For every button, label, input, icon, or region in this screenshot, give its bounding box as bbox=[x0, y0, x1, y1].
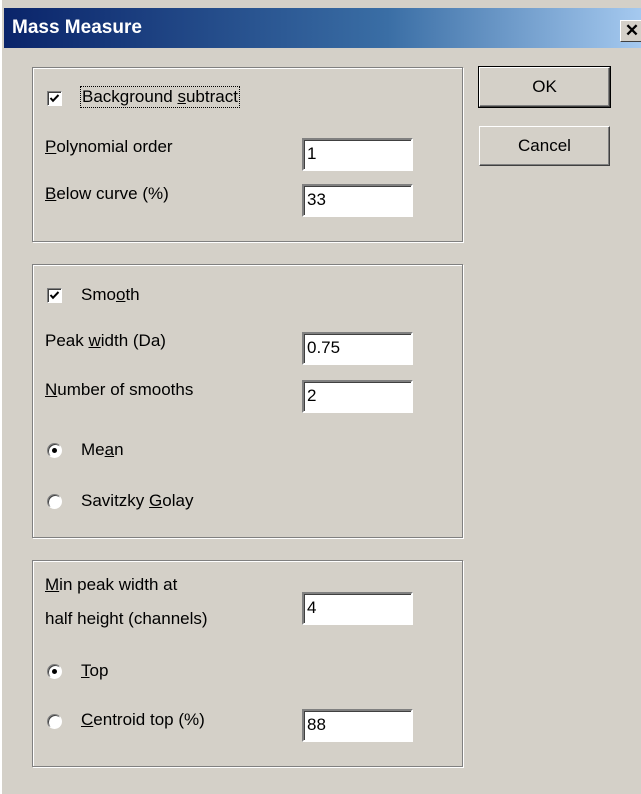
below-curve-label: Below curve (%) bbox=[45, 184, 169, 203]
checkmark-icon bbox=[49, 291, 60, 300]
smooth-label[interactable]: Smooth bbox=[81, 285, 140, 305]
min-peak-width-input[interactable]: 4 bbox=[302, 592, 413, 625]
smooth-group: Smooth Peak width (Da) 0.75 Number of sm… bbox=[32, 264, 463, 538]
min-peak-width-label-line1: Min peak width at bbox=[45, 575, 178, 594]
ok-button-label: OK bbox=[532, 77, 557, 96]
savitzky-golay-radio[interactable] bbox=[47, 494, 62, 509]
polynomial-order-input[interactable]: 1 bbox=[302, 138, 413, 171]
mass-measure-dialog: Mass Measure ✕ OK Cancel Background subt… bbox=[0, 0, 641, 794]
background-subtract-label[interactable]: Background subtract bbox=[80, 86, 240, 108]
min-peak-width-label-line2: half height (channels) bbox=[45, 609, 208, 628]
background-subtract-checkbox[interactable] bbox=[47, 91, 62, 106]
ok-button[interactable]: OK bbox=[478, 66, 611, 108]
dialog-title: Mass Measure bbox=[12, 17, 142, 38]
cancel-button-label: Cancel bbox=[518, 136, 571, 155]
centroid-top-label[interactable]: Centroid top (%) bbox=[81, 710, 205, 730]
radio-selected-dot bbox=[52, 448, 57, 453]
background-subtract-group: Background subtract Polynomial order 1 B… bbox=[32, 67, 463, 242]
mean-radio[interactable] bbox=[47, 443, 62, 458]
below-curve-input[interactable]: 33 bbox=[302, 184, 413, 217]
peak-detection-group: Min peak width at half height (channels)… bbox=[32, 560, 463, 767]
polynomial-order-label: Polynomial order bbox=[45, 137, 173, 156]
close-icon: ✕ bbox=[624, 21, 640, 40]
savitzky-golay-label[interactable]: Savitzky Golay bbox=[81, 491, 193, 511]
number-of-smooths-input[interactable]: 2 bbox=[302, 380, 413, 413]
top-label[interactable]: Top bbox=[81, 661, 108, 681]
checkmark-icon bbox=[49, 94, 60, 103]
radio-selected-dot bbox=[52, 669, 57, 674]
smooth-checkbox[interactable] bbox=[47, 288, 62, 303]
mean-label[interactable]: Mean bbox=[81, 440, 124, 460]
centroid-top-radio[interactable] bbox=[47, 714, 62, 729]
peak-width-input[interactable]: 0.75 bbox=[302, 332, 413, 365]
top-radio[interactable] bbox=[47, 664, 62, 679]
title-bar: Mass Measure ✕ bbox=[4, 8, 641, 48]
centroid-top-input[interactable]: 88 bbox=[302, 709, 413, 742]
close-button[interactable]: ✕ bbox=[620, 20, 641, 42]
peak-width-label: Peak width (Da) bbox=[45, 331, 166, 350]
number-of-smooths-label: Number of smooths bbox=[45, 380, 194, 399]
cancel-button[interactable]: Cancel bbox=[479, 126, 610, 166]
